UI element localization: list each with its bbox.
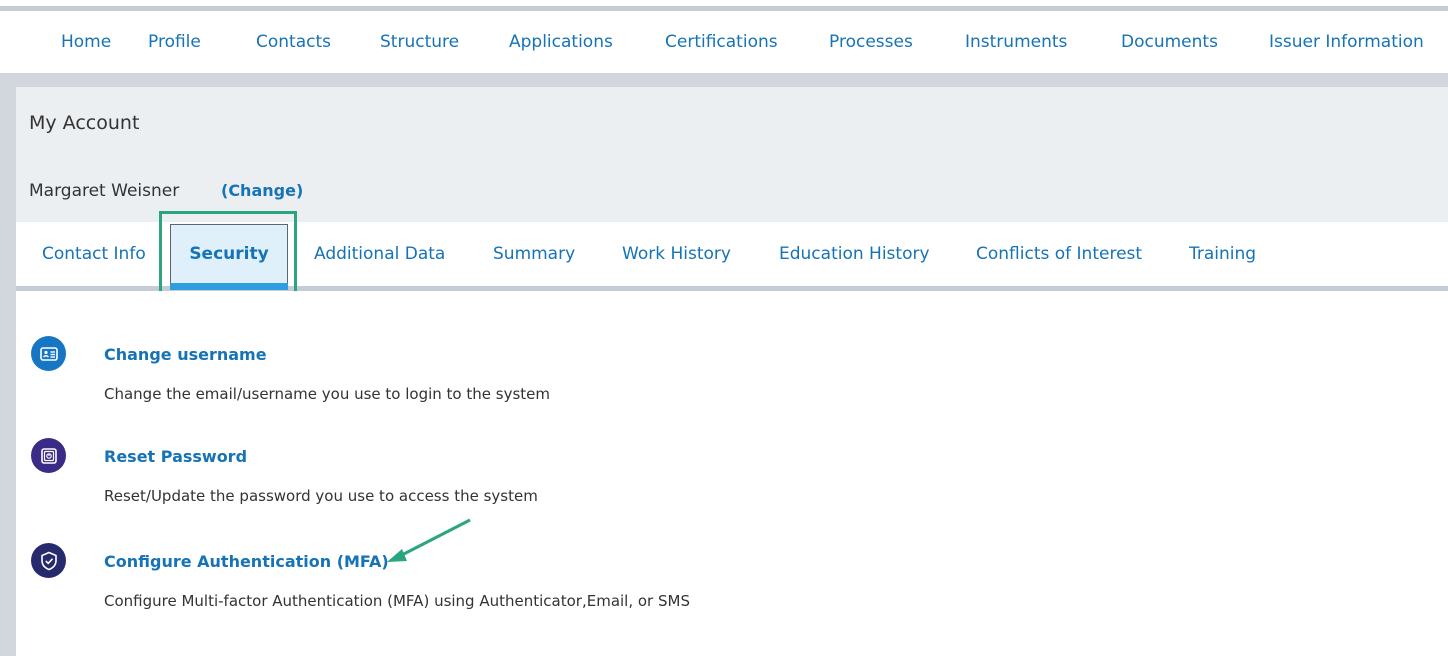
- user-row: Margaret Weisner (Change): [16, 158, 1448, 222]
- top-navigation: Home Profile Contacts Structure Applicat…: [0, 11, 1448, 73]
- configure-mfa-link[interactable]: Configure Authentication (MFA): [104, 552, 389, 571]
- id-card-icon: [31, 336, 66, 371]
- change-username-description: Change the email/username you use to log…: [104, 385, 550, 403]
- nav-home[interactable]: Home: [61, 32, 111, 52]
- nav-applications[interactable]: Applications: [509, 32, 613, 52]
- left-rail: [0, 73, 16, 656]
- tab-conflicts-of-interest[interactable]: Conflicts of Interest: [976, 244, 1142, 264]
- shield-check-icon: [31, 543, 66, 578]
- nav-structure[interactable]: Structure: [380, 32, 459, 52]
- change-username-link[interactable]: Change username: [104, 345, 267, 364]
- tab-summary[interactable]: Summary: [493, 244, 575, 264]
- nav-profile[interactable]: Profile: [148, 32, 201, 52]
- nav-issuer-information[interactable]: Issuer Information: [1269, 32, 1424, 52]
- configure-mfa-description: Configure Multi-factor Authentication (M…: [104, 592, 690, 610]
- reset-password-link[interactable]: Reset Password: [104, 447, 247, 466]
- tab-security-indicator: [170, 283, 288, 290]
- tab-work-history[interactable]: Work History: [622, 244, 731, 264]
- tab-contact-info[interactable]: Contact Info: [42, 244, 146, 264]
- nav-instruments[interactable]: Instruments: [965, 32, 1067, 52]
- nav-certifications[interactable]: Certifications: [665, 32, 778, 52]
- tab-additional-data[interactable]: Additional Data: [314, 244, 445, 264]
- account-header: My Account: [16, 87, 1448, 158]
- tab-security[interactable]: Security: [170, 244, 288, 264]
- tab-education-history[interactable]: Education History: [779, 244, 930, 264]
- nav-processes[interactable]: Processes: [829, 32, 913, 52]
- reset-password-description: Reset/Update the password you use to acc…: [104, 487, 538, 505]
- safe-icon: [31, 438, 66, 473]
- tab-training[interactable]: Training: [1189, 244, 1256, 264]
- page-title: My Account: [29, 112, 140, 134]
- content-top-border: [16, 73, 1448, 87]
- nav-documents[interactable]: Documents: [1121, 32, 1218, 52]
- nav-contacts[interactable]: Contacts: [256, 32, 331, 52]
- change-user-link[interactable]: (Change): [221, 181, 303, 200]
- user-name: Margaret Weisner: [29, 181, 180, 201]
